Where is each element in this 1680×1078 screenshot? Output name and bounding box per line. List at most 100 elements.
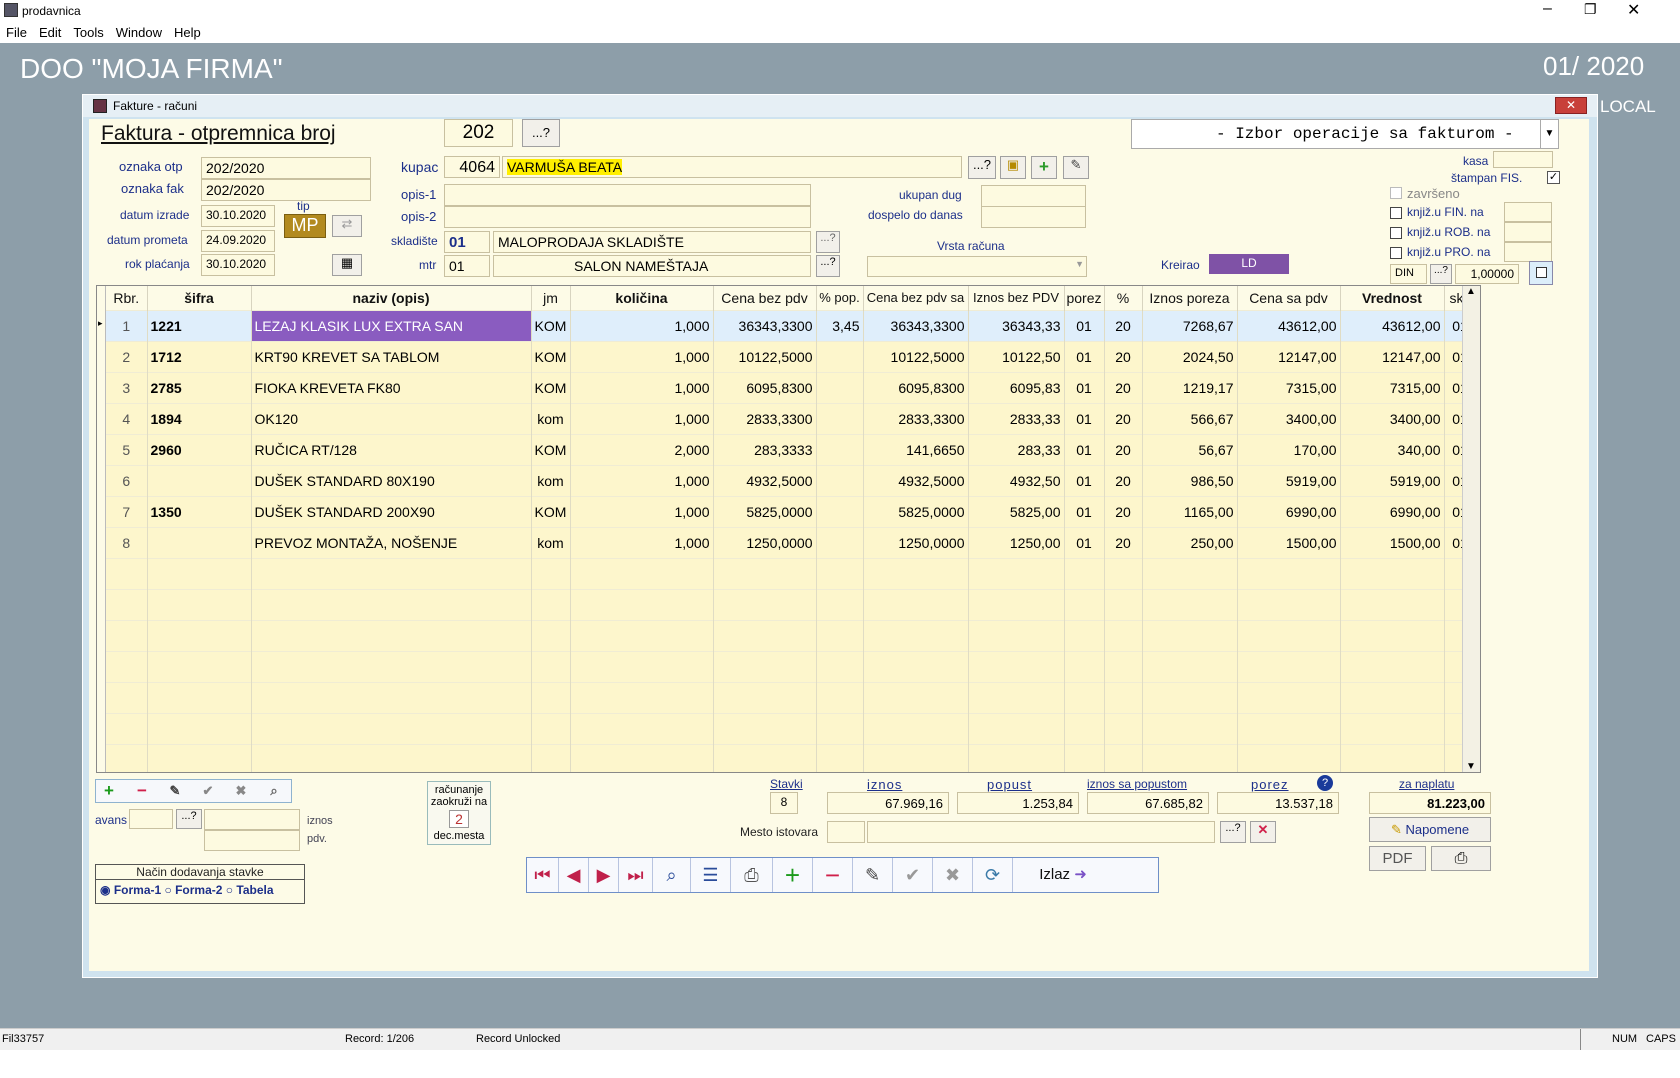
table-cell[interactable] <box>1142 650 1238 682</box>
table-cell[interactable] <box>147 712 252 744</box>
table-cell[interactable] <box>1237 557 1341 589</box>
avans-field[interactable] <box>129 809 173 829</box>
table-cell[interactable]: KOM <box>531 495 571 527</box>
table-cell[interactable] <box>1237 650 1341 682</box>
table-cell[interactable] <box>147 588 252 620</box>
table-cell[interactable]: 5825,0000 <box>713 495 817 527</box>
table-cell[interactable] <box>816 557 864 589</box>
table-cell[interactable]: 10122,5000 <box>713 340 817 372</box>
save-record-icon[interactable]: ✔ <box>893 858 933 892</box>
table-cell[interactable]: 1,000 <box>570 495 714 527</box>
table-cell[interactable] <box>1064 588 1105 620</box>
table-cell[interactable]: 5919,00 <box>1237 464 1341 496</box>
table-cell[interactable] <box>1064 557 1105 589</box>
menu-file[interactable]: File <box>6 25 27 40</box>
column-header[interactable]: šifra <box>147 286 252 310</box>
table-cell[interactable] <box>816 650 864 682</box>
table-cell[interactable]: 2960 <box>147 433 252 465</box>
table-cell[interactable]: 6095,8300 <box>863 371 969 403</box>
table-cell[interactable] <box>1142 588 1238 620</box>
table-cell[interactable]: 3400,00 <box>1237 402 1341 434</box>
table-cell[interactable] <box>147 650 252 682</box>
avans-iznos-field[interactable] <box>204 809 300 830</box>
table-cell[interactable]: 5825,0000 <box>863 495 969 527</box>
table-cell[interactable] <box>1340 712 1445 744</box>
table-cell[interactable] <box>1104 712 1143 744</box>
table-cell[interactable] <box>531 743 571 772</box>
column-header[interactable]: Cena sa pdv <box>1237 286 1341 310</box>
column-header[interactable]: % <box>1104 286 1143 310</box>
table-cell[interactable]: 6095,83 <box>968 371 1065 403</box>
table-cell[interactable]: 566,67 <box>1142 402 1238 434</box>
table-cell[interactable]: 01 <box>1064 371 1105 403</box>
izlaz-button[interactable]: Izlaz ➜ <box>1013 858 1113 892</box>
table-cell[interactable]: 20 <box>1104 495 1143 527</box>
table-cell[interactable]: 1894 <box>147 402 252 434</box>
table-cell[interactable]: 20 <box>1104 371 1143 403</box>
delete-record-icon[interactable]: − <box>813 858 853 892</box>
empty-row[interactable] <box>106 743 1480 772</box>
fin-field[interactable] <box>1504 202 1552 222</box>
table-cell[interactable]: 283,33 <box>968 433 1065 465</box>
kupac-lookup-button[interactable]: ...? <box>968 156 996 179</box>
table-row[interactable]: 7 1350 DUŠEK STANDARD 200X90 KOM 1,000 5825,0… <box>106 495 1480 527</box>
table-cell[interactable]: 01 <box>1064 464 1105 496</box>
table-cell[interactable]: 6 <box>106 464 148 496</box>
table-cell[interactable] <box>1340 681 1445 713</box>
help-icon[interactable]: ? <box>1317 775 1333 791</box>
table-cell[interactable]: 8 <box>106 526 148 558</box>
table-cell[interactable] <box>1104 743 1143 772</box>
table-cell[interactable] <box>1142 743 1238 772</box>
table-cell[interactable] <box>1142 557 1238 589</box>
empty-row[interactable] <box>106 650 1480 682</box>
table-cell[interactable] <box>570 712 714 744</box>
skladiste-lookup-button[interactable]: ...? <box>816 231 840 253</box>
table-cell[interactable] <box>1340 619 1445 651</box>
empty-row[interactable] <box>106 619 1480 651</box>
table-cell[interactable]: 1,000 <box>570 464 714 496</box>
table-cell[interactable]: 01 <box>1064 433 1105 465</box>
menu-help[interactable]: Help <box>174 25 201 40</box>
kurs-field[interactable]: 1,00000 <box>1455 264 1519 284</box>
table-cell[interactable] <box>106 588 148 620</box>
table-cell[interactable]: 141,6650 <box>863 433 969 465</box>
table-cell[interactable]: 7315,00 <box>1237 371 1341 403</box>
table-cell[interactable]: 1221 <box>147 309 252 341</box>
table-cell[interactable]: 1,000 <box>570 402 714 434</box>
table-cell[interactable]: PREVOZ MONTAŽA, NOŠENJE <box>251 526 532 558</box>
table-cell[interactable] <box>147 681 252 713</box>
table-cell[interactable] <box>1064 743 1105 772</box>
table-cell[interactable]: 1165,00 <box>1142 495 1238 527</box>
column-header[interactable]: Rbr. <box>106 286 148 310</box>
table-cell[interactable] <box>816 340 864 372</box>
table-cell[interactable] <box>968 619 1065 651</box>
table-cell[interactable] <box>1340 650 1445 682</box>
table-cell[interactable]: 01 <box>1064 309 1105 341</box>
opis2-field[interactable] <box>444 206 811 228</box>
table-cell[interactable] <box>1104 650 1143 682</box>
kurs-checkbox-button[interactable] <box>1529 261 1553 285</box>
table-cell[interactable] <box>570 743 714 772</box>
mesto-code-field[interactable] <box>827 821 865 843</box>
table-cell[interactable] <box>863 650 969 682</box>
table-cell[interactable]: 1,000 <box>570 526 714 558</box>
table-cell[interactable] <box>1104 588 1143 620</box>
table-cell[interactable] <box>570 619 714 651</box>
print-record-icon[interactable]: ⎙ <box>731 858 773 892</box>
table-cell[interactable] <box>1340 743 1445 772</box>
empty-row[interactable] <box>106 712 1480 744</box>
table-cell[interactable] <box>1237 743 1341 772</box>
kupac-name-field[interactable]: VARMUŠA BEATA <box>502 156 962 178</box>
table-cell[interactable]: 3 <box>106 371 148 403</box>
column-header[interactable]: jm <box>531 286 571 310</box>
table-cell[interactable] <box>863 743 969 772</box>
table-cell[interactable]: 1500,00 <box>1237 526 1341 558</box>
napomene-button[interactable]: ✎ Napomene <box>1369 817 1491 842</box>
table-cell[interactable] <box>968 557 1065 589</box>
forma1-radio[interactable]: ◉ Forma-1 <box>100 883 161 897</box>
table-cell[interactable] <box>251 650 532 682</box>
table-cell[interactable] <box>531 588 571 620</box>
table-cell[interactable]: 12147,00 <box>1237 340 1341 372</box>
table-row[interactable]: 6 DUŠEK STANDARD 80X190 kom 1,000 4932,5000 4… <box>106 464 1480 496</box>
vrsta-racuna-select[interactable]: ▼ <box>867 256 1087 277</box>
